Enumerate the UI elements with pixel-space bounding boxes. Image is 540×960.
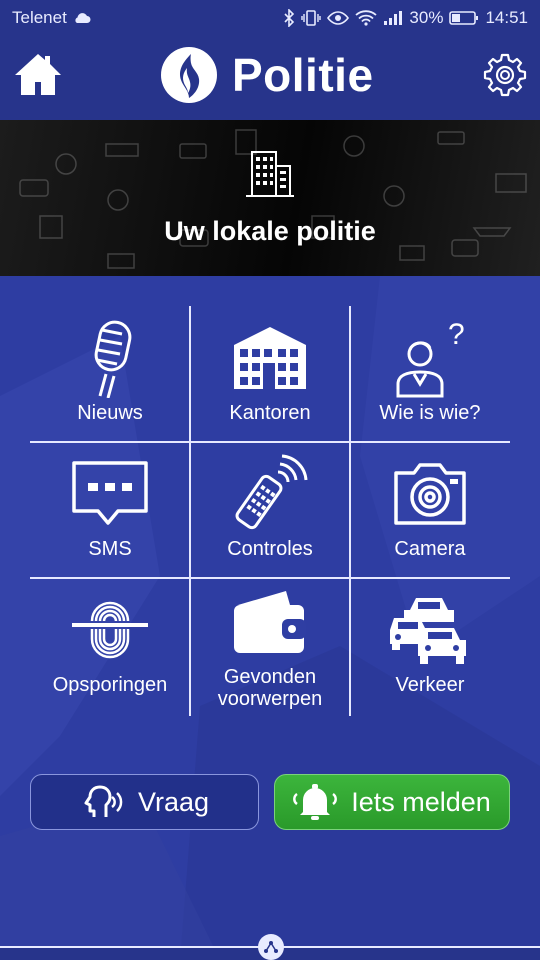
hero-banner xyxy=(0,120,540,276)
share-handle[interactable] xyxy=(258,934,284,960)
home-button[interactable] xyxy=(12,50,64,100)
tile-gevonden-voorwerpen[interactable]: Gevonden voorwerpen xyxy=(190,578,350,714)
vraag-button[interactable]: Vraag xyxy=(30,774,259,830)
sms-icon xyxy=(72,461,148,525)
status-bar: Telenet 30% 14:51 xyxy=(0,0,540,36)
fingerprint-icon xyxy=(72,601,148,659)
app-header: Politie xyxy=(0,36,540,120)
gear-icon xyxy=(483,53,527,97)
tile-sms[interactable]: SMS xyxy=(30,442,190,578)
iets-melden-button[interactable]: Iets melden xyxy=(274,774,510,830)
settings-button[interactable] xyxy=(482,52,528,98)
tile-label: Kantoren xyxy=(229,402,311,424)
tile-verkeer[interactable]: Verkeer xyxy=(350,578,510,714)
cloud-icon xyxy=(75,13,91,23)
speaking-head-icon xyxy=(84,785,123,817)
clock: 14:51 xyxy=(485,8,528,27)
tile-label: Controles xyxy=(227,538,313,560)
menu-grid: Nieuws Kantoren ? Wie is wie? SMS Contro… xyxy=(30,306,510,716)
battery-icon xyxy=(449,11,479,25)
office-building-icon xyxy=(246,151,294,197)
tile-label: SMS xyxy=(88,538,132,560)
building-icon xyxy=(234,327,306,389)
tile-label: Opsporingen xyxy=(52,674,168,696)
tile-label: Wie is wie? xyxy=(379,402,481,424)
tile-label: Verkeer xyxy=(395,674,465,696)
carrier-label: Telenet xyxy=(12,8,67,27)
status-left: Telenet xyxy=(12,8,91,28)
tile-wie-is-wie[interactable]: ? Wie is wie? xyxy=(350,306,510,442)
cars-icon xyxy=(390,598,466,664)
person-question-icon: ? xyxy=(396,318,465,398)
melden-label: Iets melden xyxy=(351,786,491,817)
microphone-icon xyxy=(94,320,132,398)
wifi-icon xyxy=(355,10,378,26)
flame-logo-icon xyxy=(161,47,217,103)
signal-icon xyxy=(384,11,403,25)
tile-label: Camera xyxy=(394,538,466,560)
home-icon xyxy=(15,54,61,95)
wallet-icon xyxy=(234,591,306,653)
tile-controles[interactable]: Controles xyxy=(190,442,350,578)
camera-icon xyxy=(394,463,466,525)
politie-logo: Politie xyxy=(160,46,374,104)
tile-kantoren[interactable]: Kantoren xyxy=(190,306,350,442)
speed-gun-icon xyxy=(235,454,308,530)
tile-nieuws[interactable]: Nieuws xyxy=(30,306,190,442)
vibrate-icon xyxy=(301,10,322,26)
tile-label: Gevonden voorwerpen xyxy=(217,666,323,710)
svg-text:?: ? xyxy=(448,318,465,351)
tile-camera[interactable]: Camera xyxy=(350,442,510,578)
battery-percent: 30% xyxy=(409,8,444,27)
bluetooth-icon xyxy=(284,9,295,27)
tile-label: Nieuws xyxy=(77,402,143,424)
app-title: Politie xyxy=(232,49,374,101)
alarm-bell-icon xyxy=(293,784,338,820)
vraag-label: Vraag xyxy=(137,786,210,817)
banner-title: Uw lokale politie xyxy=(164,216,376,246)
main-menu-area: Nieuws Kantoren ? Wie is wie? SMS Contro… xyxy=(0,276,540,960)
eye-icon xyxy=(327,11,350,25)
share-icon xyxy=(264,941,278,953)
status-right: 30% 14:51 xyxy=(283,8,528,28)
tile-opsporingen[interactable]: Opsporingen xyxy=(30,578,190,714)
